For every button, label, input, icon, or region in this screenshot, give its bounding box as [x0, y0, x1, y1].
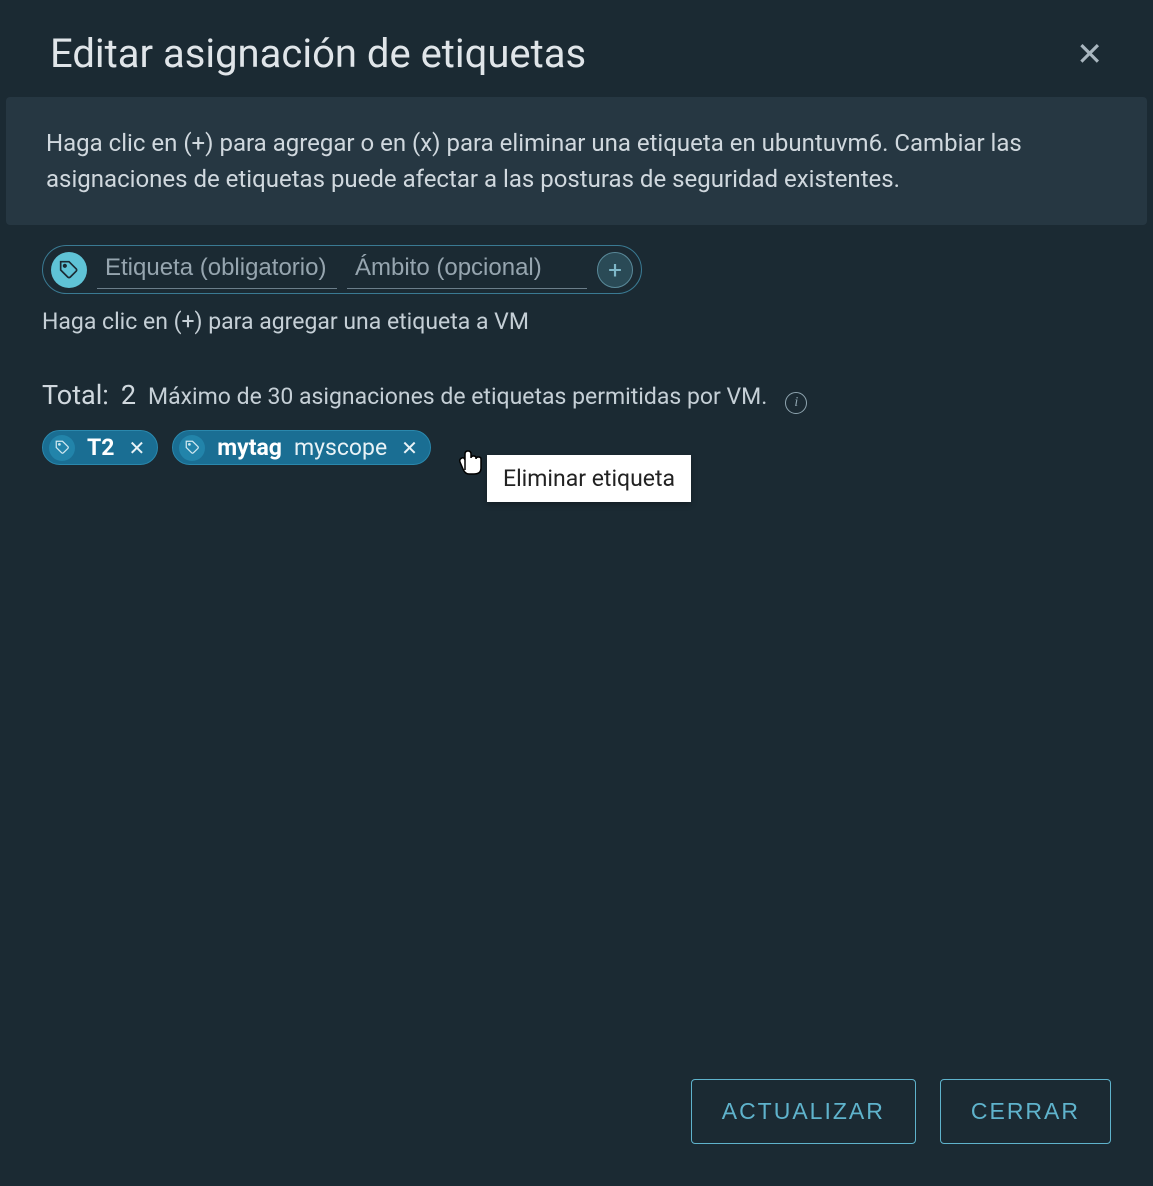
tag-chip-scope: myscope [294, 434, 387, 461]
tag-chip-label: mytag [217, 434, 282, 461]
tag-chip-label: T2 [87, 434, 114, 461]
add-tag-button[interactable]: + [597, 252, 633, 288]
close-icon[interactable]: ✕ [1076, 38, 1103, 70]
tag-icon [49, 435, 75, 461]
plus-icon: + [608, 258, 622, 282]
remove-tag-icon[interactable]: ✕ [399, 438, 420, 458]
tag-icon [51, 252, 87, 288]
scope-input[interactable] [347, 250, 587, 289]
tag-name-input[interactable] [97, 250, 337, 289]
total-row: Total: 2 Máximo de 30 asignaciones de et… [42, 379, 1111, 412]
tag-chip: mytag myscope ✕ [172, 430, 431, 465]
total-label: Total: [42, 379, 109, 411]
max-text: Máximo de 30 asignaciones de etiquetas p… [148, 383, 767, 410]
info-icon[interactable]: i [785, 392, 807, 414]
update-button[interactable]: ACTUALIZAR [691, 1079, 916, 1144]
info-banner: Haga clic en (+) para agregar o en (x) p… [6, 97, 1147, 225]
helper-text: Haga clic en (+) para agregar una etique… [42, 308, 1111, 335]
modal-title: Editar asignación de etiquetas [50, 30, 586, 77]
tooltip: Eliminar etiqueta [487, 455, 691, 502]
tag-icon [179, 435, 205, 461]
total-count: 2 [121, 379, 136, 411]
close-button[interactable]: CERRAR [940, 1079, 1111, 1144]
tag-chip: T2 ✕ [42, 430, 158, 465]
remove-tag-icon[interactable]: ✕ [126, 438, 147, 458]
tag-input-container: + [42, 245, 642, 294]
